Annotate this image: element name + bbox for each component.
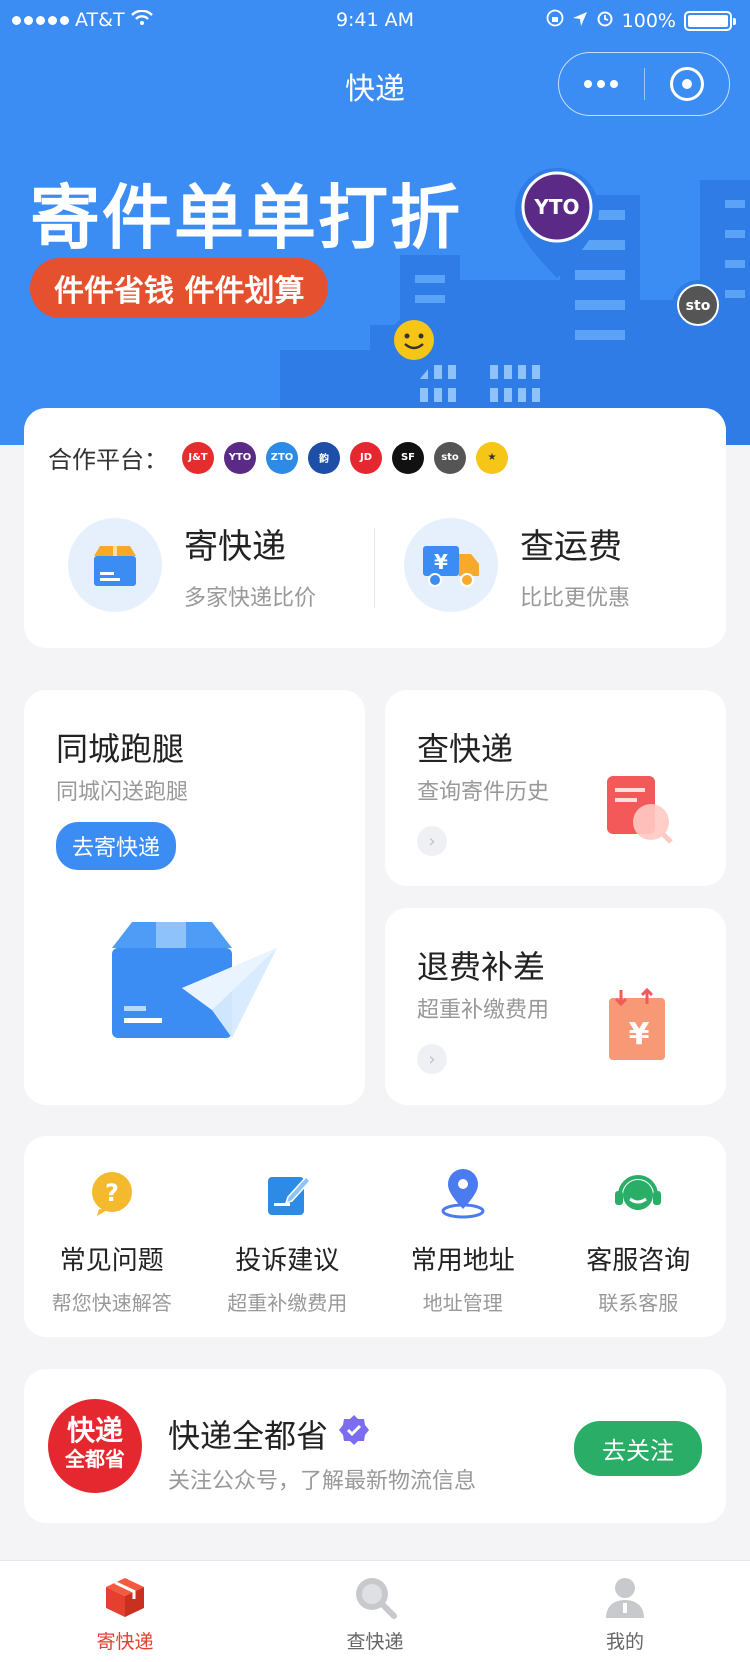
avatar: 快递 全都省 bbox=[48, 1399, 142, 1493]
refund-card[interactable]: 退费补差 超重补缴费用 › ¥ bbox=[385, 908, 726, 1105]
svg-text:sto: sto bbox=[686, 298, 711, 314]
alarm-icon bbox=[596, 9, 614, 32]
headset-icon bbox=[551, 1166, 727, 1222]
svg-text:YTO: YTO bbox=[533, 195, 579, 219]
document-search-icon bbox=[605, 774, 675, 850]
tab-send-express-label: 寄快递 bbox=[96, 1631, 154, 1653]
partner-logo-jt-icon: J&T bbox=[182, 441, 214, 474]
tab-bar: 寄快递 查快递 我的 bbox=[0, 1560, 750, 1662]
tab-track-express[interactable]: 查快递 bbox=[250, 1561, 500, 1662]
location-arrow-icon bbox=[572, 10, 588, 32]
check-fee-sub: 比比更优惠 bbox=[520, 585, 631, 611]
partner-logo-sto-icon: sto bbox=[434, 441, 466, 474]
close-miniprogram-icon[interactable] bbox=[645, 67, 730, 101]
service-faq-sub: 帮您快速解答 bbox=[51, 1291, 172, 1315]
lock-rotation-icon bbox=[546, 9, 564, 32]
user-icon bbox=[500, 1575, 750, 1619]
search-icon bbox=[250, 1575, 500, 1619]
service-address-sub: 地址管理 bbox=[422, 1291, 503, 1315]
service-support-sub: 联系客服 bbox=[598, 1291, 679, 1315]
verified-badge-icon bbox=[338, 1414, 370, 1454]
partner-card: 合作平台： J&T YTO ZTO 韵 JD SF sto ★ 寄快递 多家快递比价 ¥ 查运… bbox=[24, 408, 726, 648]
partner-logos: J&T YTO ZTO 韵 JD SF sto ★ bbox=[182, 441, 508, 474]
services-card: ? 常见问题 帮您快速解答 投诉建议 超重补缴费用 常用地址 地址管理 客服咨询… bbox=[24, 1136, 726, 1337]
refund-title: 退费补差 bbox=[417, 948, 546, 986]
tab-mine-label: 我的 bbox=[605, 1631, 644, 1653]
chevron-right-icon[interactable]: › bbox=[417, 826, 447, 856]
hero-title: 寄件单单打折 bbox=[30, 177, 462, 259]
truck-icon: ¥ bbox=[404, 518, 498, 612]
edit-icon bbox=[200, 1166, 376, 1222]
svg-text:?: ? bbox=[105, 1179, 119, 1207]
miniprogram-capsule bbox=[558, 52, 730, 116]
more-icon[interactable] bbox=[559, 80, 644, 88]
account-desc: 关注公众号，了解最新物流信息 bbox=[168, 1469, 477, 1494]
check-fee-title: 查运费 bbox=[520, 526, 622, 567]
avatar-line2: 全都省 bbox=[65, 1447, 125, 1471]
service-complaint[interactable]: 投诉建议 超重补缴费用 bbox=[200, 1136, 376, 1337]
errand-title: 同城跑腿 bbox=[56, 730, 185, 768]
service-support-title: 客服咨询 bbox=[586, 1246, 691, 1276]
follow-account-card: 快递 全都省 快递全都省 关注公众号，了解最新物流信息 去关注 bbox=[24, 1369, 726, 1523]
errand-sub: 同城闪送跑腿 bbox=[56, 780, 189, 805]
status-bar: AT&T 9:41 AM 100% bbox=[0, 0, 750, 40]
partner-logo-yunda-icon: 韵 bbox=[308, 441, 340, 474]
account-name-row: 快递全都省 bbox=[168, 1411, 370, 1457]
question-icon: ? bbox=[24, 1166, 200, 1222]
service-support[interactable]: 客服咨询 联系客服 bbox=[551, 1136, 727, 1337]
service-complaint-title: 投诉建议 bbox=[235, 1246, 340, 1276]
service-address[interactable]: 常用地址 地址管理 bbox=[375, 1136, 551, 1337]
tab-track-express-label: 查快递 bbox=[346, 1631, 404, 1653]
partner-logo-jd-icon: JD bbox=[350, 441, 382, 474]
battery-icon bbox=[684, 10, 736, 31]
follow-button[interactable]: 去关注 bbox=[574, 1421, 702, 1476]
send-express-action[interactable]: 寄快递 多家快递比价 bbox=[68, 518, 316, 612]
check-fee-action[interactable]: ¥ 查运费 比比更优惠 bbox=[404, 518, 630, 612]
tab-mine[interactable]: 我的 bbox=[500, 1561, 750, 1662]
box-icon bbox=[0, 1575, 250, 1619]
track-express-card[interactable]: 查快递 查询寄件历史 › bbox=[385, 690, 726, 886]
svg-text:¥: ¥ bbox=[434, 550, 448, 574]
hero-banner[interactable]: YTO sto AT&T 9:41 AM 100% 快递 寄件单单打折 件件省钱… bbox=[0, 0, 750, 445]
partner-logo-zto-icon: ZTO bbox=[266, 441, 298, 474]
avatar-line1: 快递 bbox=[66, 1414, 123, 1447]
battery-percent: 100% bbox=[621, 9, 676, 32]
service-address-title: 常用地址 bbox=[410, 1246, 515, 1276]
go-send-button[interactable]: 去寄快递 bbox=[56, 822, 177, 870]
service-complaint-sub: 超重补缴费用 bbox=[227, 1291, 348, 1315]
tab-send-express[interactable]: 寄快递 bbox=[0, 1561, 250, 1662]
errand-card[interactable]: 同城跑腿 同城闪送跑腿 去寄快递 bbox=[24, 690, 365, 1105]
track-express-title: 查快递 bbox=[417, 730, 514, 768]
svg-text:¥: ¥ bbox=[629, 1017, 650, 1052]
partner-label: 合作平台： bbox=[48, 446, 168, 474]
location-icon bbox=[375, 1166, 551, 1222]
partner-logo-yto-icon: YTO bbox=[224, 441, 256, 474]
partner-logo-best-icon: ★ bbox=[476, 441, 508, 474]
refund-receipt-icon: ¥ bbox=[607, 987, 669, 1066]
track-express-sub: 查询寄件历史 bbox=[417, 780, 550, 805]
hero-pill: 件件省钱 件件划算 bbox=[30, 258, 329, 318]
partner-logo-sf-icon: SF bbox=[392, 441, 424, 474]
service-faq-title: 常见问题 bbox=[59, 1246, 164, 1276]
chevron-right-icon[interactable]: › bbox=[417, 1044, 447, 1074]
account-name: 快递全都省 bbox=[168, 1417, 329, 1455]
refund-sub: 超重补缴费用 bbox=[417, 998, 550, 1023]
send-express-title: 寄快递 bbox=[184, 526, 286, 567]
service-faq[interactable]: ? 常见问题 帮您快速解答 bbox=[24, 1136, 200, 1337]
send-express-sub: 多家快递比价 bbox=[184, 585, 317, 611]
package-icon bbox=[68, 518, 162, 612]
box-plane-icon bbox=[112, 918, 282, 1062]
